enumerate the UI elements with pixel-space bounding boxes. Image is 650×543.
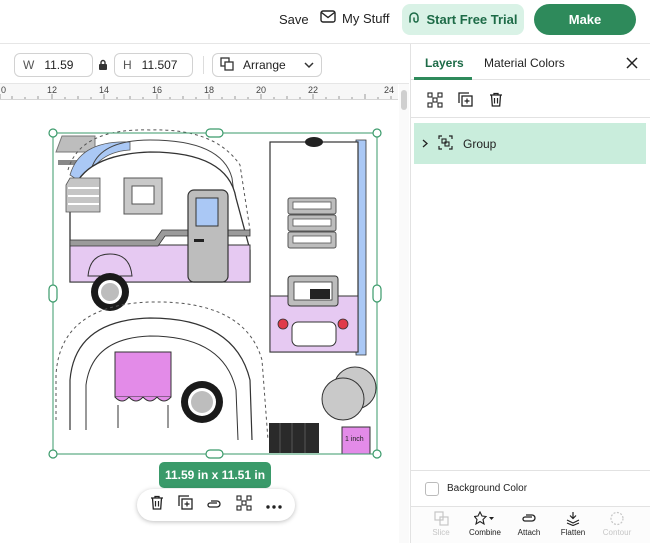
contour-icon	[610, 511, 624, 526]
floating-toolbar	[137, 489, 295, 521]
arrange-label: Arrange	[243, 58, 286, 72]
lock-icon[interactable]	[98, 58, 108, 76]
width-field[interactable]: W 11.59	[14, 53, 93, 77]
ungroup-icon[interactable]	[236, 494, 252, 516]
vertical-scrollbar[interactable]	[399, 84, 409, 543]
contour-button[interactable]: Contour	[595, 511, 639, 537]
chevron-down-icon	[304, 58, 314, 72]
resize-handle[interactable]	[205, 128, 224, 138]
trash-icon[interactable]	[489, 92, 503, 112]
horizontal-ruler: 0 12 14 16 18 20 22 24	[0, 84, 398, 100]
height-label: H	[123, 58, 132, 72]
duplicate-icon[interactable]	[458, 92, 473, 112]
resize-handle[interactable]	[372, 128, 382, 138]
height-field[interactable]: H 11.507	[114, 53, 193, 77]
my-stuff-button[interactable]: My Stuff	[320, 10, 389, 26]
door-handle	[194, 239, 204, 242]
size-badge: 11.59 in x 11.51 in	[159, 462, 271, 488]
ruler-label: 22	[308, 85, 319, 95]
resize-handle[interactable]	[372, 284, 382, 303]
scrollbar-thumb[interactable]	[401, 90, 407, 110]
attach-label: Attach	[517, 528, 541, 537]
resize-handle[interactable]	[205, 449, 224, 459]
one-inch-label: 1 inch	[345, 436, 364, 443]
slice-button[interactable]: Slice	[419, 511, 463, 537]
ungroup-icon[interactable]	[427, 92, 443, 113]
layer-tools	[411, 82, 650, 118]
tab-layers[interactable]: Layers	[425, 56, 464, 70]
tab-material-colors[interactable]: Material Colors	[484, 56, 565, 70]
my-stuff-label: My Stuff	[342, 10, 390, 26]
back-plate	[310, 289, 330, 299]
ruler-label: 24	[384, 85, 395, 95]
door-window	[195, 197, 219, 227]
camper-window-inner	[131, 185, 155, 205]
ruler-label: 14	[99, 85, 110, 95]
attach-icon	[522, 514, 536, 522]
attach-icon[interactable]	[206, 496, 222, 514]
top-bar: Save My Stuff Start Free Trial Make	[0, 0, 650, 44]
panel-top-knob	[305, 137, 323, 147]
make-button[interactable]: Make	[534, 4, 636, 35]
tail-light-left	[277, 318, 289, 330]
background-color-checkbox[interactable]	[425, 481, 439, 496]
layers-panel: Layers Material Colors Group Background …	[410, 44, 650, 543]
start-free-trial-label: Start Free Trial	[426, 12, 518, 27]
group-icon	[438, 134, 453, 153]
layer-name: Group	[463, 136, 497, 151]
more-icon[interactable]	[266, 496, 282, 514]
edit-toolbar: W 11.59 H 11.507 Arrange	[0, 44, 409, 84]
combine-icon	[474, 511, 494, 526]
resize-handle[interactable]	[372, 449, 382, 459]
tail-light-right	[337, 318, 349, 330]
panel-tabs: Layers Material Colors	[411, 44, 650, 80]
attach-button[interactable]: Attach	[507, 511, 551, 537]
contour-label: Contour	[602, 528, 632, 537]
background-color-option[interactable]: Background Color	[411, 470, 650, 506]
pink-awning	[114, 351, 172, 398]
envelope-icon	[320, 10, 336, 26]
ruler-label: 16	[152, 85, 163, 95]
save-button[interactable]: Save	[279, 12, 309, 27]
back-bumper	[291, 321, 337, 347]
width-value[interactable]: 11.59	[44, 58, 73, 72]
spare-circle-front	[321, 377, 365, 421]
duplicate-icon[interactable]	[178, 495, 193, 515]
arrange-dropdown[interactable]: Arrange	[212, 53, 322, 77]
panel-bottom-toolbar: Slice Combine Attach Flatten Contour	[411, 506, 650, 543]
flatten-button[interactable]: Flatten	[551, 511, 595, 537]
resize-handle[interactable]	[48, 449, 58, 459]
slice-label: Slice	[432, 528, 450, 537]
width-label: W	[23, 58, 35, 72]
combine-label: Combine	[468, 528, 501, 537]
height-value[interactable]: 11.507	[142, 58, 178, 72]
toolbar-divider	[203, 56, 204, 74]
ruler-ticks	[0, 94, 392, 99]
ruler-label: 20	[256, 85, 267, 95]
start-free-trial-button[interactable]: Start Free Trial	[402, 4, 524, 35]
arrange-icon	[220, 56, 235, 74]
trash-icon[interactable]	[150, 495, 164, 515]
active-tab-indicator	[414, 77, 472, 80]
curl-icon	[408, 12, 420, 27]
combine-button[interactable]: Combine	[463, 511, 507, 537]
flatten-label: Flatten	[560, 528, 586, 537]
close-icon[interactable]	[626, 56, 638, 74]
resize-handle[interactable]	[48, 284, 58, 303]
layer-row-group[interactable]: Group	[414, 123, 646, 164]
slice-icon	[433, 511, 449, 526]
chevron-right-icon[interactable]	[422, 137, 428, 151]
background-color-label: Background Color	[447, 483, 528, 494]
ruler-label: 18	[204, 85, 215, 95]
resize-handle[interactable]	[48, 128, 58, 138]
black-tire-block	[269, 423, 319, 453]
flatten-icon	[566, 512, 580, 526]
lower-wheel-hub	[191, 391, 213, 413]
wheel-hub	[101, 283, 119, 301]
ruler-label: 12	[47, 85, 58, 95]
ruler-label: 0	[1, 85, 7, 95]
